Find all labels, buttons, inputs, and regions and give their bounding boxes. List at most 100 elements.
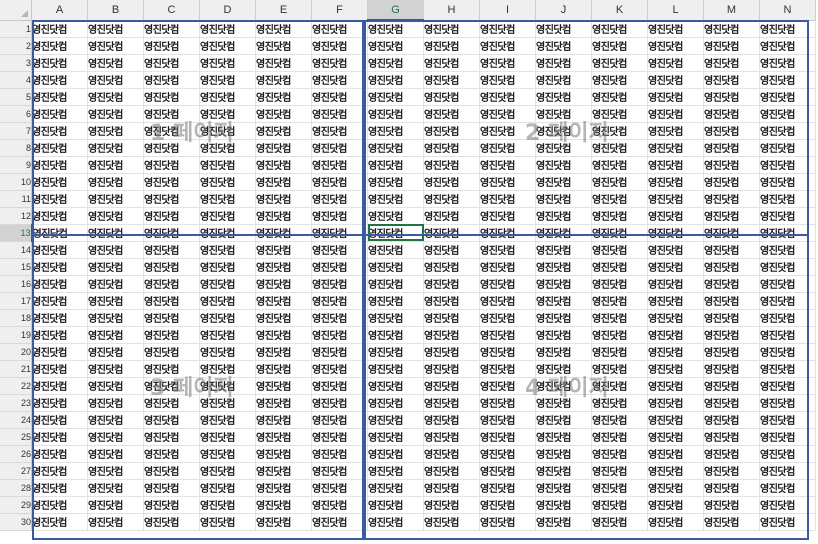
cell-m23[interactable]: 영진닷컴 [703,394,760,412]
cell-f11[interactable]: 영진닷컴 [311,190,368,208]
cell-m19[interactable]: 영진닷컴 [703,326,760,344]
cell-e1[interactable]: 영진닷컴 [255,20,312,38]
cell-l21[interactable]: 영진닷컴 [647,360,704,378]
cell-b13[interactable]: 영진닷컴 [87,224,144,242]
cell-m2[interactable]: 영진닷컴 [703,37,760,55]
cell-h9[interactable]: 영진닷컴 [423,156,480,174]
cell-n20[interactable]: 영진닷컴 [759,343,816,361]
cell-e27[interactable]: 영진닷컴 [255,462,312,480]
cell-g13[interactable]: 영진닷컴 [367,224,424,242]
cell-l16[interactable]: 영진닷컴 [647,275,704,293]
cell-d6[interactable]: 영진닷컴 [199,105,256,123]
cell-a5[interactable]: 영진닷컴 [31,88,88,106]
cell-m20[interactable]: 영진닷컴 [703,343,760,361]
cell-l20[interactable]: 영진닷컴 [647,343,704,361]
cell-e20[interactable]: 영진닷컴 [255,343,312,361]
cell-g3[interactable]: 영진닷컴 [367,54,424,72]
cell-e4[interactable]: 영진닷컴 [255,71,312,89]
cell-k14[interactable]: 영진닷컴 [591,241,648,259]
cell-c26[interactable]: 영진닷컴 [143,445,200,463]
cell-n19[interactable]: 영진닷컴 [759,326,816,344]
cell-a22[interactable]: 영진닷컴 [31,377,88,395]
cell-e23[interactable]: 영진닷컴 [255,394,312,412]
cell-d3[interactable]: 영진닷컴 [199,54,256,72]
cell-j5[interactable]: 영진닷컴 [535,88,592,106]
cell-f17[interactable]: 영진닷컴 [311,292,368,310]
cell-g8[interactable]: 영진닷컴 [367,139,424,157]
cell-g30[interactable]: 영진닷컴 [367,513,424,531]
cell-h18[interactable]: 영진닷컴 [423,309,480,327]
cell-n4[interactable]: 영진닷컴 [759,71,816,89]
cell-i24[interactable]: 영진닷컴 [479,411,536,429]
row-header-9[interactable]: 9 [0,156,32,174]
cell-b2[interactable]: 영진닷컴 [87,37,144,55]
cell-i9[interactable]: 영진닷컴 [479,156,536,174]
cell-a27[interactable]: 영진닷컴 [31,462,88,480]
cell-b22[interactable]: 영진닷컴 [87,377,144,395]
cell-l9[interactable]: 영진닷컴 [647,156,704,174]
column-header-i[interactable]: I [479,0,536,21]
cell-h19[interactable]: 영진닷컴 [423,326,480,344]
cell-b24[interactable]: 영진닷컴 [87,411,144,429]
cell-h28[interactable]: 영진닷컴 [423,479,480,497]
cell-k8[interactable]: 영진닷컴 [591,139,648,157]
cell-k10[interactable]: 영진닷컴 [591,173,648,191]
cell-n21[interactable]: 영진닷컴 [759,360,816,378]
cell-m9[interactable]: 영진닷컴 [703,156,760,174]
cell-k30[interactable]: 영진닷컴 [591,513,648,531]
cell-n14[interactable]: 영진닷컴 [759,241,816,259]
cell-m24[interactable]: 영진닷컴 [703,411,760,429]
cell-c15[interactable]: 영진닷컴 [143,258,200,276]
cell-i29[interactable]: 영진닷컴 [479,496,536,514]
column-header-k[interactable]: K [591,0,648,21]
cell-e5[interactable]: 영진닷컴 [255,88,312,106]
cell-f25[interactable]: 영진닷컴 [311,428,368,446]
cell-n2[interactable]: 영진닷컴 [759,37,816,55]
row-header-20[interactable]: 20 [0,343,32,361]
cell-m25[interactable]: 영진닷컴 [703,428,760,446]
cell-f26[interactable]: 영진닷컴 [311,445,368,463]
cell-e3[interactable]: 영진닷컴 [255,54,312,72]
cell-f5[interactable]: 영진닷컴 [311,88,368,106]
cell-g9[interactable]: 영진닷컴 [367,156,424,174]
cell-d16[interactable]: 영진닷컴 [199,275,256,293]
cell-b14[interactable]: 영진닷컴 [87,241,144,259]
cell-d30[interactable]: 영진닷컴 [199,513,256,531]
cell-l28[interactable]: 영진닷컴 [647,479,704,497]
row-header-12[interactable]: 12 [0,207,32,225]
cell-n26[interactable]: 영진닷컴 [759,445,816,463]
cell-e14[interactable]: 영진닷컴 [255,241,312,259]
cell-d25[interactable]: 영진닷컴 [199,428,256,446]
row-header-8[interactable]: 8 [0,139,32,157]
cell-g12[interactable]: 영진닷컴 [367,207,424,225]
cell-l29[interactable]: 영진닷컴 [647,496,704,514]
cell-k19[interactable]: 영진닷컴 [591,326,648,344]
cell-i21[interactable]: 영진닷컴 [479,360,536,378]
cell-k15[interactable]: 영진닷컴 [591,258,648,276]
cell-i3[interactable]: 영진닷컴 [479,54,536,72]
cell-m3[interactable]: 영진닷컴 [703,54,760,72]
cell-e30[interactable]: 영진닷컴 [255,513,312,531]
cell-d4[interactable]: 영진닷컴 [199,71,256,89]
cell-b6[interactable]: 영진닷컴 [87,105,144,123]
cell-e16[interactable]: 영진닷컴 [255,275,312,293]
cell-l19[interactable]: 영진닷컴 [647,326,704,344]
cell-e12[interactable]: 영진닷컴 [255,207,312,225]
cell-a19[interactable]: 영진닷컴 [31,326,88,344]
cell-f13[interactable]: 영진닷컴 [311,224,368,242]
cell-g4[interactable]: 영진닷컴 [367,71,424,89]
cell-a10[interactable]: 영진닷컴 [31,173,88,191]
cell-g7[interactable]: 영진닷컴 [367,122,424,140]
cell-a9[interactable]: 영진닷컴 [31,156,88,174]
cell-n24[interactable]: 영진닷컴 [759,411,816,429]
cell-c7[interactable]: 영진닷컴 [143,122,200,140]
cell-h4[interactable]: 영진닷컴 [423,71,480,89]
cell-a30[interactable]: 영진닷컴 [31,513,88,531]
cell-f7[interactable]: 영진닷컴 [311,122,368,140]
cell-b7[interactable]: 영진닷컴 [87,122,144,140]
cell-h24[interactable]: 영진닷컴 [423,411,480,429]
cell-a28[interactable]: 영진닷컴 [31,479,88,497]
cell-h23[interactable]: 영진닷컴 [423,394,480,412]
cell-n23[interactable]: 영진닷컴 [759,394,816,412]
cell-e7[interactable]: 영진닷컴 [255,122,312,140]
